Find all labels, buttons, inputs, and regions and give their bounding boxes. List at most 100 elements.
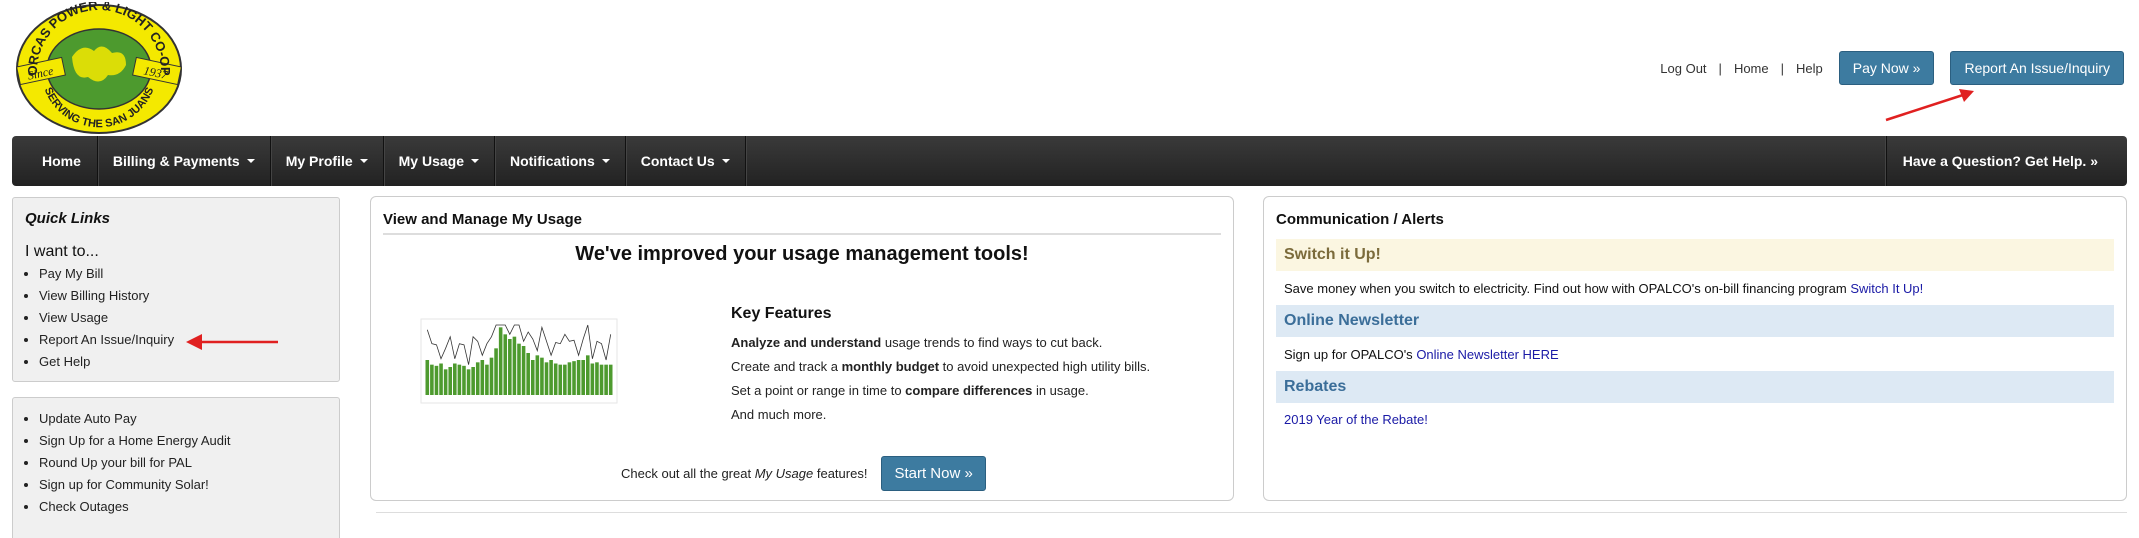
nav-usage-label: My Usage (398, 153, 464, 169)
nav-get-help[interactable]: Have a Question? Get Help. » (1885, 136, 2127, 186)
chart-bar (480, 360, 485, 395)
home-link[interactable]: Home (1734, 61, 1769, 76)
chart-bar (443, 369, 448, 395)
chart-bar (508, 339, 512, 395)
nav-contact-label: Contact Us (640, 153, 715, 169)
communication-alerts-panel: Communication / Alerts Switch it Up! Sav… (1263, 196, 2127, 501)
chart-bar (462, 365, 466, 395)
chart-bar (563, 364, 567, 395)
list-item: Check Outages (39, 496, 231, 518)
nav-contact-us[interactable]: Contact Us (626, 136, 746, 186)
usage-panel-title: View and Manage My Usage (383, 211, 582, 228)
chart-bar (512, 336, 517, 395)
help-link[interactable]: Help (1796, 61, 1823, 76)
chart-bar (540, 357, 544, 395)
top-links: Log Out | Home | Help Pay Now » Report A… (1660, 51, 2124, 85)
more-links-list: Update Auto Pay Sign Up for a Home Energ… (39, 408, 231, 518)
separator: | (1780, 60, 1785, 76)
chart-bar (521, 346, 526, 395)
report-issue-button[interactable]: Report An Issue/Inquiry (1950, 51, 2124, 85)
chart-bar (549, 360, 553, 395)
chart-bar (581, 360, 585, 395)
chart-bar (585, 355, 590, 395)
chart-bar (595, 362, 599, 395)
quick-link-get-help[interactable]: Get Help (39, 354, 90, 369)
pay-now-button[interactable]: Pay Now » (1838, 51, 1935, 85)
divider (383, 233, 1221, 235)
nav-profile-label: My Profile (285, 153, 353, 169)
chart-bar (526, 353, 530, 395)
feature-line: Analyze and understand usage trends to f… (731, 335, 1103, 350)
chart-bar (590, 363, 595, 395)
nav-billing-payments[interactable]: Billing & Payments (98, 136, 271, 186)
quick-link-view-usage[interactable]: View Usage (39, 310, 108, 325)
chart-bar (604, 364, 608, 395)
chart-bar (572, 361, 576, 395)
newsletter-link[interactable]: Online Newsletter HERE (1416, 347, 1558, 362)
start-now-button[interactable]: Start Now » (881, 456, 986, 491)
nav-my-profile[interactable]: My Profile (271, 136, 384, 186)
list-item: Sign Up for a Home Energy Audit (39, 430, 231, 452)
usage-headline: We've improved your usage management too… (575, 243, 1029, 265)
chart-bar (448, 367, 453, 395)
usage-panel: View and Manage My Usage We've improved … (370, 196, 1234, 501)
chart-bar (475, 362, 480, 395)
link-check-outages[interactable]: Check Outages (39, 499, 129, 514)
alert-heading-switch: Switch it Up! (1276, 239, 2114, 271)
annotation-arrow-icon (186, 334, 278, 350)
chart-bar (599, 364, 604, 395)
quick-link-billing-history[interactable]: View Billing History (39, 288, 149, 303)
list-item: Sign up for Community Solar! (39, 474, 231, 496)
chart-bar (485, 364, 489, 395)
chart-bar (530, 360, 535, 395)
more-links-panel: Update Auto Pay Sign Up for a Home Energ… (12, 397, 340, 538)
quick-links-panel: Quick Links I want to... Pay My Bill Vie… (12, 197, 340, 382)
nav-home-label: Home (42, 153, 81, 169)
nav-my-usage[interactable]: My Usage (384, 136, 495, 186)
quick-link-report-issue[interactable]: Report An Issue/Inquiry (39, 332, 174, 347)
divider (376, 512, 2127, 513)
chart-bar (466, 369, 471, 395)
chart-bar (576, 360, 581, 395)
chart-bar (425, 360, 430, 395)
link-community-solar[interactable]: Sign up for Community Solar! (39, 477, 209, 492)
caret-down-icon (721, 159, 730, 163)
cta-text: Check out all the great My Usage feature… (621, 466, 868, 481)
comm-title: Communication / Alerts (1276, 211, 1444, 228)
chart-bar (544, 362, 549, 395)
main-navbar: Home Billing & Payments My Profile My Us… (12, 136, 2127, 186)
chart-bar (494, 348, 498, 395)
switch-it-up-link[interactable]: Switch It Up! (1850, 281, 1923, 296)
list-item: Report An Issue/Inquiry (39, 329, 174, 351)
chart-bar (430, 364, 434, 395)
quick-links-title: Quick Links (25, 210, 111, 227)
nav-home[interactable]: Home (12, 136, 98, 186)
list-item: Pay My Bill (39, 263, 174, 285)
feature-line: Set a point or range in time to compare … (731, 383, 1089, 398)
link-round-up-pal[interactable]: Round Up your bill for PAL (39, 455, 192, 470)
chart-bar (453, 363, 457, 395)
chart-bar (439, 363, 443, 395)
opalco-logo: Since 1937 ORCAS POWER & LIGHT CO-OP SER… (16, 2, 182, 134)
caret-down-icon (470, 159, 479, 163)
usage-cta: Check out all the great My Usage feature… (621, 456, 986, 491)
annotation-arrow-icon (1885, 89, 1974, 122)
chart-bar (535, 355, 540, 395)
list-item: View Usage (39, 307, 174, 329)
rebate-link[interactable]: 2019 Year of the Rebate! (1284, 412, 1428, 427)
quick-links-subtitle: I want to... (25, 243, 99, 260)
key-features-title: Key Features (731, 305, 832, 322)
chart-bar (553, 363, 558, 395)
nav-notifications[interactable]: Notifications (495, 136, 626, 186)
chart-bar (558, 364, 563, 395)
link-energy-audit[interactable]: Sign Up for a Home Energy Audit (39, 433, 231, 448)
chart-bar (471, 367, 475, 395)
chart-bar (434, 365, 439, 395)
logout-link[interactable]: Log Out (1660, 61, 1706, 76)
list-item: View Billing History (39, 285, 174, 307)
chart-bar (517, 343, 521, 395)
quick-link-pay-bill[interactable]: Pay My Bill (39, 266, 103, 281)
link-update-auto-pay[interactable]: Update Auto Pay (39, 411, 137, 426)
chart-bar (489, 357, 494, 395)
